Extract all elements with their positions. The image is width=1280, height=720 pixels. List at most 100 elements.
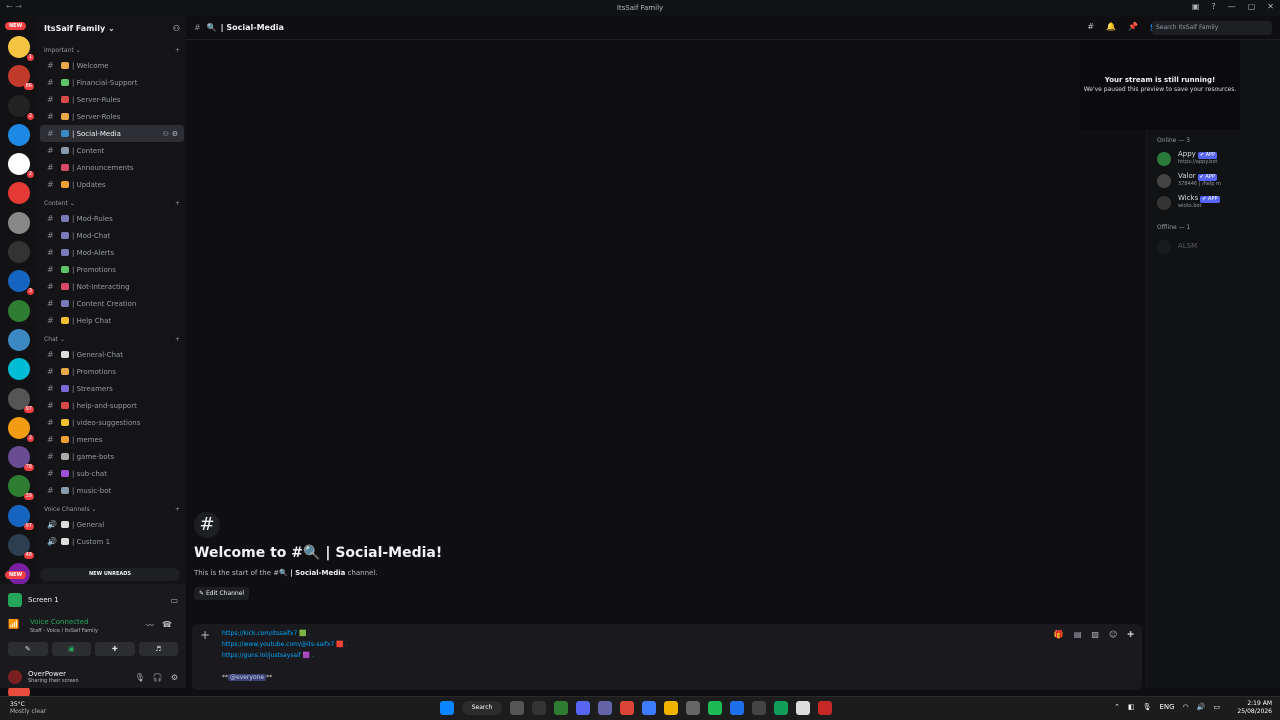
channel-item[interactable]: # | Content — [40, 142, 184, 159]
headphones-icon[interactable]: 🎧 — [153, 673, 163, 682]
screen-share-row[interactable]: Screen 1 ▭ — [8, 590, 178, 610]
tray-app-icon[interactable]: ◧ — [1128, 703, 1135, 711]
new-pill-bottom[interactable]: NEW — [5, 571, 27, 579]
member-item[interactable]: Wicks ✔ APP wicks.bot — [1157, 194, 1277, 212]
server-icon[interactable] — [8, 123, 30, 146]
avatar[interactable] — [8, 670, 22, 684]
channel-item[interactable]: # | game-bots — [40, 448, 184, 465]
threads-icon[interactable]: # — [1087, 22, 1094, 31]
channel-item[interactable]: # | Social-Media ⚇ ⚙ — [40, 125, 184, 142]
tray-chevron-icon[interactable]: ⌃ — [1114, 703, 1120, 711]
channel-item[interactable]: # | music-bot — [40, 482, 184, 499]
channel-item[interactable]: # | Announcements — [40, 159, 184, 176]
close-button[interactable]: ✕ — [1267, 2, 1274, 11]
guns-link[interactable]: https://guns.lol/justsaysaif — [222, 652, 301, 659]
soundboard-button[interactable]: ♬ — [138, 642, 178, 656]
channel-item[interactable]: 🔊 | General — [40, 516, 184, 533]
obs-icon[interactable] — [818, 701, 832, 715]
settings-gear-icon[interactable]: ⚙ — [171, 673, 178, 682]
new-pill-top[interactable]: NEW — [5, 22, 27, 30]
channel-item[interactable]: # | Content Creation — [40, 295, 184, 312]
maximize-button[interactable]: ▢ — [1248, 2, 1256, 11]
channel-item[interactable]: # | Promotions — [40, 363, 184, 380]
channel-item[interactable]: # | Financial-Support — [40, 74, 184, 91]
voice-channel-label[interactable]: Staff - Voice / ItsSaif Family — [30, 628, 98, 634]
channel-item[interactable]: 🔊 | Custom 1 — [40, 533, 184, 550]
stream-paused-popup[interactable]: Your stream is still running! We've paus… — [1080, 40, 1240, 130]
weather-widget[interactable]: 35°C Mostly clear — [10, 701, 46, 715]
channel-item[interactable]: # | Promotions — [40, 261, 184, 278]
server-icon[interactable] — [8, 211, 30, 234]
server-icon[interactable]: 39 — [8, 475, 34, 501]
gif-icon[interactable]: ▤ — [1074, 630, 1082, 639]
teams-icon[interactable] — [598, 701, 612, 715]
channel-item[interactable]: # | Help Chat — [40, 312, 184, 329]
server-icon[interactable] — [8, 358, 30, 381]
server-icon[interactable]: 2 — [8, 94, 34, 120]
shield-icon[interactable] — [730, 701, 744, 715]
edge-icon[interactable] — [774, 701, 788, 715]
server-icon[interactable]: 97 — [8, 387, 34, 413]
minimize-button[interactable]: — — [1228, 2, 1236, 11]
server-icon[interactable] — [8, 241, 30, 264]
channel-category[interactable]: Chat ⌄ + — [38, 333, 186, 346]
app-green-icon[interactable] — [708, 701, 722, 715]
server-icon[interactable]: 1 — [8, 36, 34, 61]
channel-item[interactable]: # | help-and-support — [40, 397, 184, 414]
start-icon[interactable] — [440, 701, 454, 715]
channel-settings-icon[interactable]: ⚙ — [172, 130, 178, 138]
inbox-icon[interactable]: ▣ — [1192, 2, 1200, 11]
member-offline[interactable]: ALSM — [1157, 238, 1277, 256]
chrome-icon[interactable] — [620, 701, 634, 715]
emoji-icon[interactable]: ☺ — [1109, 630, 1117, 639]
new-unreads-button[interactable]: NEW UNREADS — [40, 568, 180, 581]
apps-icon[interactable]: ✚ — [1127, 630, 1134, 639]
server-icon[interactable]: 78 — [8, 446, 34, 472]
channel-category[interactable]: Important ⌄ + — [38, 44, 186, 57]
activities-button[interactable]: ✚ — [95, 642, 135, 656]
tray-mic-icon[interactable]: 🎙 — [1143, 703, 1152, 711]
channel-item[interactable]: # | Streamers — [40, 380, 184, 397]
screen-share-button[interactable]: ▣ — [51, 642, 91, 656]
pin-icon[interactable]: 📌 — [1128, 22, 1138, 31]
clock[interactable]: 2:19 AM 25/08/2026 — [1237, 700, 1272, 716]
gift-icon[interactable]: 🎁 — [1054, 630, 1064, 639]
channel-item[interactable]: # | Updates — [40, 176, 184, 193]
server-icon[interactable] — [8, 182, 30, 205]
message-composer[interactable]: + https://kick.com/itssaifx7 🟩 . https:/… — [192, 624, 1142, 690]
bell-icon[interactable]: 🔔 — [1106, 22, 1116, 31]
app-a-icon[interactable] — [532, 701, 546, 715]
volume-icon[interactable]: 🔊 — [1197, 703, 1206, 711]
signal-icon[interactable]: 📶 — [8, 620, 19, 630]
guild-header[interactable]: ItsSaif Family ⌄ ⚇ — [38, 16, 186, 40]
channel-category[interactable]: Voice Channels ⌄ + — [38, 503, 186, 516]
taskbar-search[interactable]: Search — [462, 701, 502, 715]
channel-item[interactable]: # | Not-Interacting — [40, 278, 184, 295]
server-icon[interactable]: 2 — [8, 416, 34, 442]
channel-item[interactable]: # | Server-Roles — [40, 108, 184, 125]
server-icon[interactable]: 86 — [8, 65, 34, 91]
help-icon[interactable]: ? — [1211, 2, 1215, 11]
guild-name[interactable]: ItsSaif Family ⌄ — [44, 24, 115, 33]
add-channel-icon[interactable]: + — [175, 506, 180, 513]
channel-item[interactable]: # | Server-Rules — [40, 91, 184, 108]
youtube-link[interactable]: https://www.youtube.com/@its-saifx7 — [222, 641, 334, 648]
invite-icon[interactable]: ⚇ — [173, 24, 180, 33]
app-v-icon[interactable] — [554, 701, 568, 715]
channel-category[interactable]: Content ⌄ + — [38, 197, 186, 210]
attach-plus-icon[interactable]: + — [200, 628, 210, 642]
notepad-icon[interactable] — [796, 701, 810, 715]
task-view-icon[interactable] — [510, 701, 524, 715]
server-icon[interactable] — [8, 328, 30, 351]
channel-item[interactable]: # | Mod-Chat — [40, 227, 184, 244]
server-icon[interactable]: 97 — [8, 504, 34, 530]
wifi-icon[interactable]: ◠ — [1183, 703, 1189, 711]
server-icon[interactable] — [8, 299, 30, 322]
channel-item[interactable]: # | Mod-Alerts — [40, 244, 184, 261]
copilot-icon[interactable] — [642, 701, 656, 715]
server-icon[interactable]: 48 — [8, 534, 34, 560]
language-indicator[interactable]: ENG — [1159, 703, 1174, 711]
channel-item[interactable]: # | memes — [40, 431, 184, 448]
invite-icon[interactable]: ⚇ — [162, 130, 168, 138]
add-channel-icon[interactable]: + — [175, 47, 180, 54]
